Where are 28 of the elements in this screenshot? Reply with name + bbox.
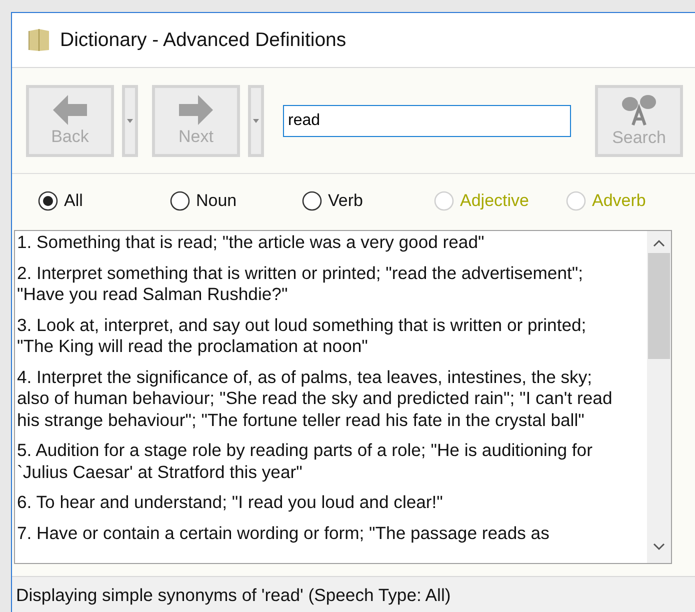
caret-icon: [253, 118, 259, 122]
definition-text: 6. To hear and understand; "I read you loud and clear!": [17, 492, 444, 514]
scroll-down-icon[interactable]: [653, 543, 665, 551]
scroll-up-icon[interactable]: [653, 239, 665, 247]
radio-circle-icon: [170, 191, 190, 211]
radio-button[interactable]: Verb: [302, 191, 434, 211]
radio-circle-icon: [566, 191, 586, 211]
radio-circle-icon: [302, 191, 322, 211]
scroll-thumb[interactable]: [648, 253, 670, 359]
binoculars-icon: [619, 94, 659, 126]
definition-text: 3. Look at, interpret, and say out loud something that is written or printed; "The King will read the proclamation at noon": [17, 314, 588, 358]
search-field[interactable]: read: [283, 104, 571, 136]
definition-text: 1. Something that is read; "the article was a very good read": [17, 232, 486, 254]
definition-text: 5. Audition for a stage role by reading parts of a role; "He is auditioning for `Julius Caesar' at Stratford this year": [17, 440, 594, 483]
radio-button[interactable]: Noun: [170, 191, 302, 211]
window-title: Dictionary - Advanced Definitions: [60, 28, 346, 52]
definition-text: 2. Interpret something that is written or printed; "read the advertisement"; "Have you read Salman Rushdie?": [17, 262, 584, 306]
back-arrow-icon: [53, 94, 87, 124]
definition-text: 4. Interpret the significance of, as of palms, tea leaves, intestines, the sky; also of human behaviour; "She read the sky and predicted rain"; "I can't read his strange behaviour"; "The fortune teller read his fate in the crystal ball": [17, 366, 614, 431]
status-bar: Displaying simple synonyms of 'read' (Speech Type: All): [12, 576, 695, 612]
definition-text: 7. Have or contain a certain wording or form; "The passage reads as: [17, 522, 550, 544]
radio-circle-icon: [38, 191, 58, 211]
book-icon: [28, 28, 50, 52]
scrollbar[interactable]: [647, 231, 671, 563]
forward-arrow-icon: [179, 94, 213, 124]
caret-icon: [127, 118, 133, 122]
radio-circle-icon: [434, 191, 454, 211]
radio-button[interactable]: All: [38, 191, 170, 211]
